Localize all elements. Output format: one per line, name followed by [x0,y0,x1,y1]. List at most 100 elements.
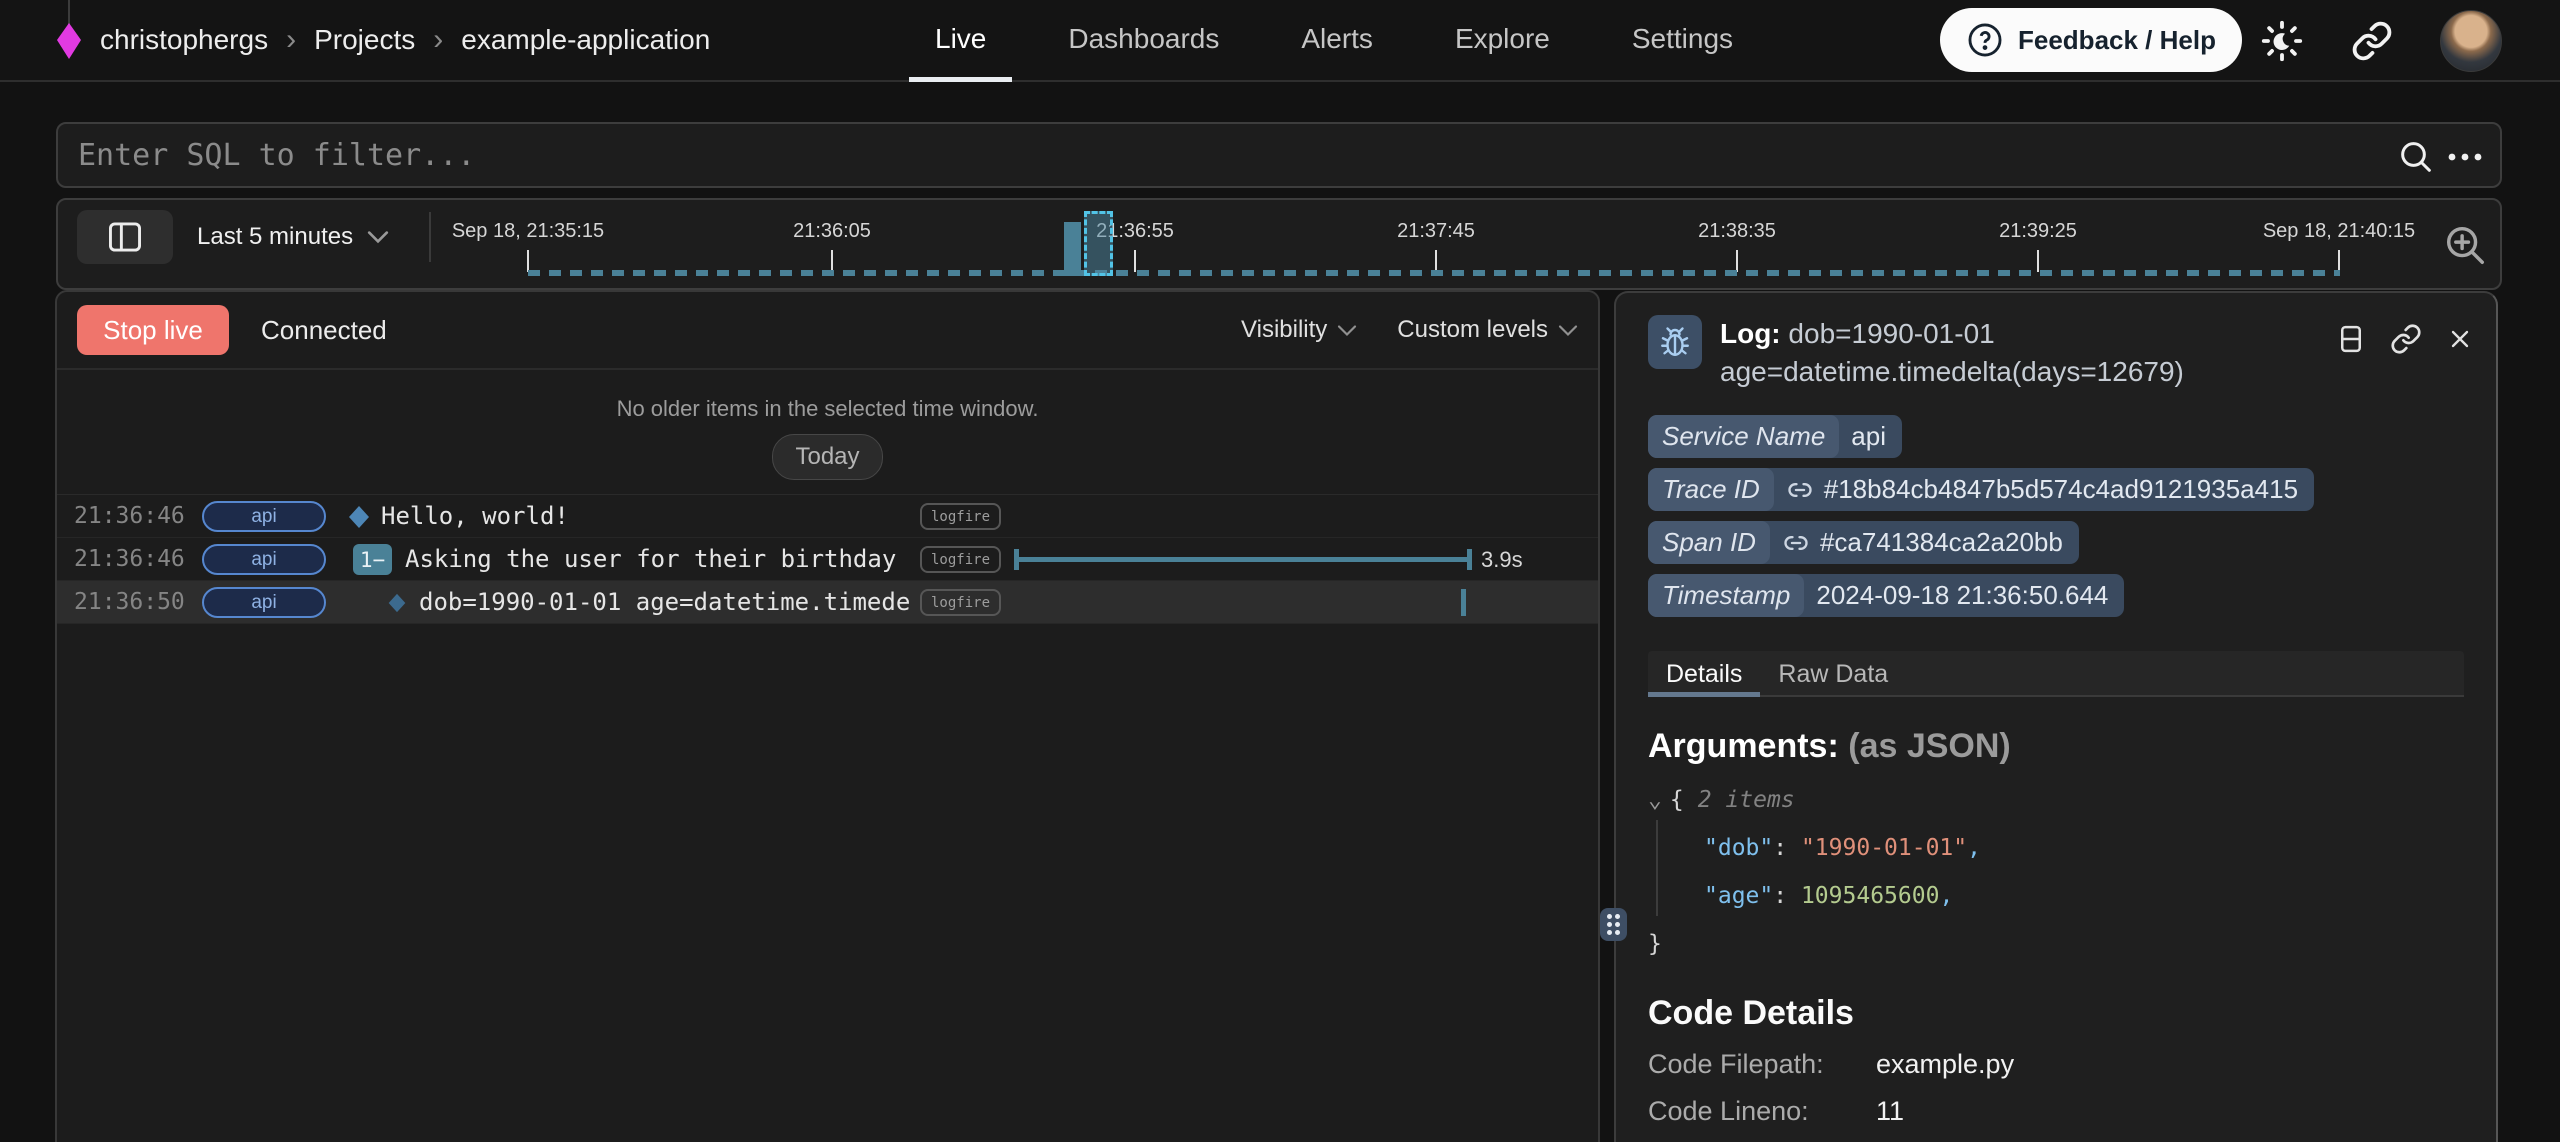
logfire-live-page: { "colors": { "brand_magenta":"#e23ae2",… [0,0,2560,1142]
link-icon [1786,476,1814,504]
empty-window-text: No older items in the selected time wind… [57,396,1598,422]
json-items-count: 2 items [1698,787,1795,813]
today-button[interactable]: Today [772,434,882,480]
code-lineno-label: Code Lineno: [1648,1096,1876,1127]
timeline-tick-label: Sep 18, 21:40:15 [2263,220,2415,243]
live-panel-header: Stop live Connected Visibility Custom le… [57,292,1598,370]
top-nav-bar: christophergs › Projects › example-appli… [0,0,2560,82]
filter-more-menu-icon[interactable] [2444,137,2488,177]
log-diamond-icon [347,505,371,529]
log-timestamp: 21:36:50 [74,581,185,624]
span-duration-label: 3.9s [1481,538,1523,581]
log-row-hello-world[interactable]: 21:36:46 api Hello, world! logfire [57,495,1598,538]
tab-raw-data[interactable]: Raw Data [1760,651,1906,695]
feedback-help-button[interactable]: Feedback / Help [1940,8,2242,72]
arguments-heading-main: Arguments: [1648,727,1839,765]
tab-explore[interactable]: Explore [1429,0,1576,82]
arguments-heading-suffix: (as JSON) [1839,727,2011,765]
sidebar-toggle-button[interactable] [77,210,173,264]
log-diamond-icon [387,593,407,613]
arguments-json-viewer: ⌄{2 items "dob": "1990-01-01", "age": 10… [1648,776,2464,968]
span-id-badge[interactable]: Span ID #ca741384ca2a20bb [1648,521,2079,564]
breadcrumb-project-name[interactable]: example-application [461,24,710,56]
json-close-brace: } [1648,931,1662,957]
split-panel-icon[interactable] [2336,323,2366,391]
code-lineno-row: Code Lineno: 11 [1648,1096,2464,1127]
chevron-down-icon [1558,324,1578,337]
service-tag-pill[interactable]: api [202,501,326,532]
time-range-select[interactable]: Last 5 minutes [197,200,389,274]
log-row-dob-selected[interactable]: 21:36:50 api dob=1990-01-01 age=datetime… [57,581,1598,624]
custom-levels-dropdown[interactable]: Custom levels [1397,316,1578,344]
trace-id-badge[interactable]: Trace ID #18b84cb4847b5d574c4ad9121935a4… [1648,468,2314,511]
timeline-tick-label: 21:38:35 [1698,220,1776,243]
json-comma: , [1939,883,1953,909]
json-colon: : [1773,883,1801,909]
scope-tag[interactable]: logfire [920,589,1001,616]
span-id-label: Span ID [1648,521,1770,564]
detail-title: Log: dob=1990-01-01 age=datetime.timedel… [1720,315,2280,391]
breadcrumb-separator: › [284,23,298,57]
scope-tag[interactable]: logfire [920,546,1001,573]
search-icon[interactable] [2396,137,2436,177]
timeline-tick-label: 21:39:25 [1999,220,2077,243]
code-filepath-value: example.py [1876,1049,2014,1080]
timeline-zoom-in-icon[interactable] [2442,222,2488,268]
json-line-dob: "dob": "1990-01-01", [1648,824,2464,872]
log-row-asking-birthday[interactable]: 21:36:46 api 1− Asking the user for thei… [57,538,1598,581]
timeline-selected-range-bar[interactable] [1084,211,1113,276]
timestamp-value: 2024-09-18 21:36:50.644 [1816,580,2108,611]
service-tag-pill[interactable]: api [202,587,326,618]
breadcrumb-separator: › [431,23,445,57]
arguments-heading: Arguments: (as JSON) [1648,727,2464,766]
code-filepath-label: Code Filepath: [1648,1049,1876,1080]
span-duration-bar [1014,538,1472,581]
detail-header-icons [2336,315,2474,391]
detail-header: Log: dob=1990-01-01 age=datetime.timedel… [1616,293,2496,391]
log-message: Hello, world! [381,495,569,538]
json-line-close: } [1648,920,2464,968]
json-line-open[interactable]: ⌄{2 items [1648,776,2464,824]
service-tag-pill[interactable]: api [202,544,326,575]
time-range-label: Last 5 minutes [197,223,353,251]
close-icon[interactable] [2446,323,2474,391]
tab-live[interactable]: Live [909,0,1012,82]
visibility-dropdown[interactable]: Visibility [1241,316,1357,344]
tab-details[interactable]: Details [1648,651,1760,695]
logfire-logo-icon[interactable] [56,22,82,60]
sql-filter-input[interactable] [58,124,2500,186]
code-filepath-row: Code Filepath: example.py [1648,1049,2464,1080]
tab-dashboards[interactable]: Dashboards [1042,0,1245,82]
share-link-icon[interactable] [2349,18,2395,64]
timestamp-label: Timestamp [1648,574,1804,617]
tab-alerts[interactable]: Alerts [1275,0,1399,82]
log-detail-panel: Log: dob=1990-01-01 age=datetime.timedel… [1614,291,2498,1142]
service-name-badge[interactable]: Service Name api [1648,415,1902,458]
timeline-tick [831,250,833,272]
live-logs-panel: Stop live Connected Visibility Custom le… [55,290,1600,1142]
tab-settings[interactable]: Settings [1606,0,1759,82]
collapse-caret-icon[interactable]: ⌄ [1648,787,1662,813]
user-avatar[interactable] [2440,10,2502,72]
span-id-value: #ca741384ca2a20bb [1820,527,2063,558]
help-circle-icon [1966,21,2004,59]
breadcrumb-org[interactable]: christophergs [100,24,268,56]
json-colon: : [1773,835,1801,861]
timestamp-badge[interactable]: Timestamp 2024-09-18 21:36:50.644 [1648,574,2124,617]
scope-tag[interactable]: logfire [920,503,1001,530]
timeline-baseline [528,270,2340,276]
timeline-activity-bar[interactable] [1064,222,1081,276]
timeline-tick [2338,250,2340,272]
stop-live-button[interactable]: Stop live [77,305,229,355]
copy-link-icon[interactable] [2390,323,2422,391]
breadcrumb-projects[interactable]: Projects [314,24,415,56]
timeline-tick-label: Sep 18, 21:35:15 [452,220,604,243]
span-duration-tick [1461,589,1466,616]
json-indent-guide [1656,820,1658,916]
panel-resize-handle[interactable] [1600,908,1627,941]
code-details-section: Code Details Code Filepath: example.py C… [1648,994,2464,1127]
collapse-children-badge[interactable]: 1− [353,544,392,575]
theme-toggle-icon[interactable] [2259,18,2305,64]
trace-id-label: Trace ID [1648,468,1774,511]
log-timestamp: 21:36:46 [74,538,185,581]
